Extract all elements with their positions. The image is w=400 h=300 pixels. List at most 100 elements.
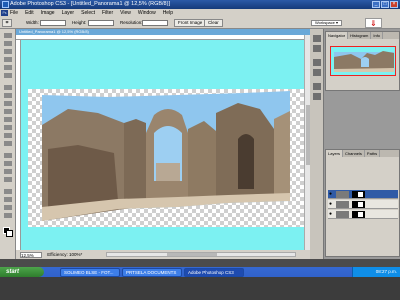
- shape-tool-icon[interactable]: [4, 177, 12, 182]
- window-title: Adobe Photoshop CS3 - [Untitled_Panorama…: [10, 1, 170, 7]
- marquee-tool-icon[interactable]: [4, 41, 12, 46]
- close-button[interactable]: ×: [390, 1, 398, 8]
- visibility-eye-icon[interactable]: ●: [329, 192, 334, 197]
- layer-thumbnail: [336, 211, 349, 218]
- pen-tool-icon[interactable]: [4, 153, 12, 158]
- title-bar: Adobe Photoshop CS3 - [Untitled_Panorama…: [0, 0, 400, 9]
- gradient-tool-icon[interactable]: [4, 125, 12, 130]
- clock[interactable]: 08:27 p.m.: [376, 269, 397, 274]
- history-brush-tool-icon[interactable]: [4, 109, 12, 114]
- type-tool-icon[interactable]: [4, 161, 12, 166]
- window-controls: _ □ ×: [372, 1, 398, 8]
- ps-logo: Ps: [1, 10, 8, 16]
- horizontal-scroll-thumb[interactable]: [167, 253, 217, 256]
- panel-dock: Navigator Histogram Info Layers Channels…: [310, 29, 400, 259]
- slice-tool-icon[interactable]: [4, 73, 12, 78]
- taskbar-divider: [0, 259, 400, 267]
- status-bar: 12,5% Efficiency: 100%*: [16, 250, 310, 259]
- layer-mask-thumbnail[interactable]: [352, 201, 365, 208]
- width-label: Width:: [26, 20, 39, 25]
- menu-filter[interactable]: Filter: [102, 9, 113, 17]
- dodge-tool-icon[interactable]: [4, 141, 12, 146]
- resolution-field[interactable]: [142, 20, 168, 26]
- tab-navigator[interactable]: Navigator: [326, 32, 349, 39]
- brushes-panel-icon[interactable]: [313, 59, 321, 66]
- notes-tool-icon[interactable]: [4, 189, 12, 194]
- status-info[interactable]: Efficiency: 100%*: [47, 252, 82, 257]
- menu-view[interactable]: View: [120, 9, 131, 17]
- layers-panel-tabs: Layers Channels Paths: [326, 150, 399, 157]
- navigator-preview-image: [334, 51, 394, 72]
- screen: Adobe Photoshop CS3 - [Untitled_Panorama…: [0, 0, 400, 300]
- eyedropper-tool-icon[interactable]: [4, 197, 12, 202]
- menu-help[interactable]: Help: [163, 9, 173, 17]
- height-label: Height:: [72, 20, 87, 25]
- menu-window[interactable]: Window: [138, 9, 156, 17]
- move-tool-icon[interactable]: [4, 33, 12, 38]
- clear-button[interactable]: Clear: [204, 19, 223, 27]
- tab-layers[interactable]: Layers: [326, 150, 344, 157]
- front-image-button[interactable]: Front Image: [174, 19, 207, 27]
- clone-stamp-tool-icon[interactable]: [4, 101, 12, 106]
- taskbar-item[interactable]: SOLIMEO BLSE - FOT...: [60, 268, 120, 277]
- history-panel-icon[interactable]: [313, 35, 321, 42]
- layer-mask-thumbnail[interactable]: [352, 191, 365, 198]
- horizontal-ruler: [16, 35, 310, 40]
- tab-histogram[interactable]: Histogram: [348, 32, 372, 39]
- desktop-background: [0, 277, 400, 300]
- clone-source-panel-icon[interactable]: [313, 69, 321, 76]
- navigator-panel-tabs: Navigator Histogram Info: [326, 32, 399, 39]
- panorama-canvas[interactable]: [28, 89, 304, 227]
- minimize-button[interactable]: _: [372, 1, 380, 8]
- taskbar-item-active[interactable]: Adobe Photoshop CS3: [184, 268, 244, 277]
- lasso-tool-icon[interactable]: [4, 49, 12, 54]
- navigator-preview[interactable]: [330, 46, 396, 76]
- layer-mask-thumbnail[interactable]: [352, 211, 365, 218]
- toolbox: [0, 29, 16, 259]
- healing-brush-tool-icon[interactable]: [4, 85, 12, 90]
- navigator-panel: Navigator Histogram Info: [325, 31, 400, 91]
- paragraph-panel-icon[interactable]: [313, 93, 321, 100]
- horizontal-scrollbar[interactable]: [106, 252, 296, 257]
- layer-row[interactable]: ●: [328, 200, 398, 209]
- menu-edit[interactable]: Edit: [25, 9, 34, 17]
- background-color-swatch[interactable]: [6, 230, 13, 237]
- magic-wand-tool-icon[interactable]: [4, 57, 12, 62]
- visibility-eye-icon[interactable]: ●: [329, 212, 334, 217]
- height-field[interactable]: [88, 20, 114, 26]
- vertical-ruler: [16, 40, 21, 250]
- blur-tool-icon[interactable]: [4, 133, 12, 138]
- document-window: Untitled_Panorama1 @ 12,5% (RGB/8) 12,5%…: [16, 29, 310, 259]
- tab-channels[interactable]: Channels: [343, 150, 365, 157]
- menu-image[interactable]: Image: [41, 9, 55, 17]
- menu-file[interactable]: File: [10, 9, 18, 17]
- actions-panel-icon[interactable]: [313, 45, 321, 52]
- taskbar-item[interactable]: PRTSELA DOCUMENTS: [122, 268, 182, 277]
- eraser-tool-icon[interactable]: [4, 117, 12, 122]
- taskbar: start SOLIMEO BLSE - FOT... PRTSELA DOCU…: [0, 259, 400, 300]
- character-panel-icon[interactable]: [313, 83, 321, 90]
- collapsed-panels-strip: [310, 29, 324, 259]
- zoom-field[interactable]: 12,5%: [20, 251, 42, 258]
- path-selection-tool-icon[interactable]: [4, 169, 12, 174]
- layer-thumbnail: [336, 191, 349, 198]
- tab-info[interactable]: Info: [371, 32, 384, 39]
- layer-row[interactable]: ●: [328, 210, 398, 219]
- workspace-dropdown[interactable]: Workspace ▾: [310, 20, 342, 26]
- layer-row[interactable]: ●: [328, 190, 398, 199]
- menu-select[interactable]: Select: [81, 9, 95, 17]
- hand-tool-icon[interactable]: [4, 205, 12, 210]
- crop-tool-icon-box[interactable]: [4, 65, 12, 70]
- width-field[interactable]: [40, 20, 66, 26]
- photoshop-icon: [2, 1, 9, 8]
- crop-tool-icon[interactable]: ⌗: [2, 19, 12, 27]
- tab-paths[interactable]: Paths: [365, 150, 381, 157]
- start-button[interactable]: start: [0, 267, 44, 277]
- layer-thumbnail: [336, 201, 349, 208]
- zoom-tool-icon[interactable]: [4, 213, 12, 218]
- brush-tool-icon[interactable]: [4, 93, 12, 98]
- download-alert-icon[interactable]: ⇓: [365, 18, 382, 28]
- maximize-button[interactable]: □: [381, 1, 389, 8]
- menu-layer[interactable]: Layer: [62, 9, 75, 17]
- visibility-eye-icon[interactable]: ●: [329, 202, 334, 207]
